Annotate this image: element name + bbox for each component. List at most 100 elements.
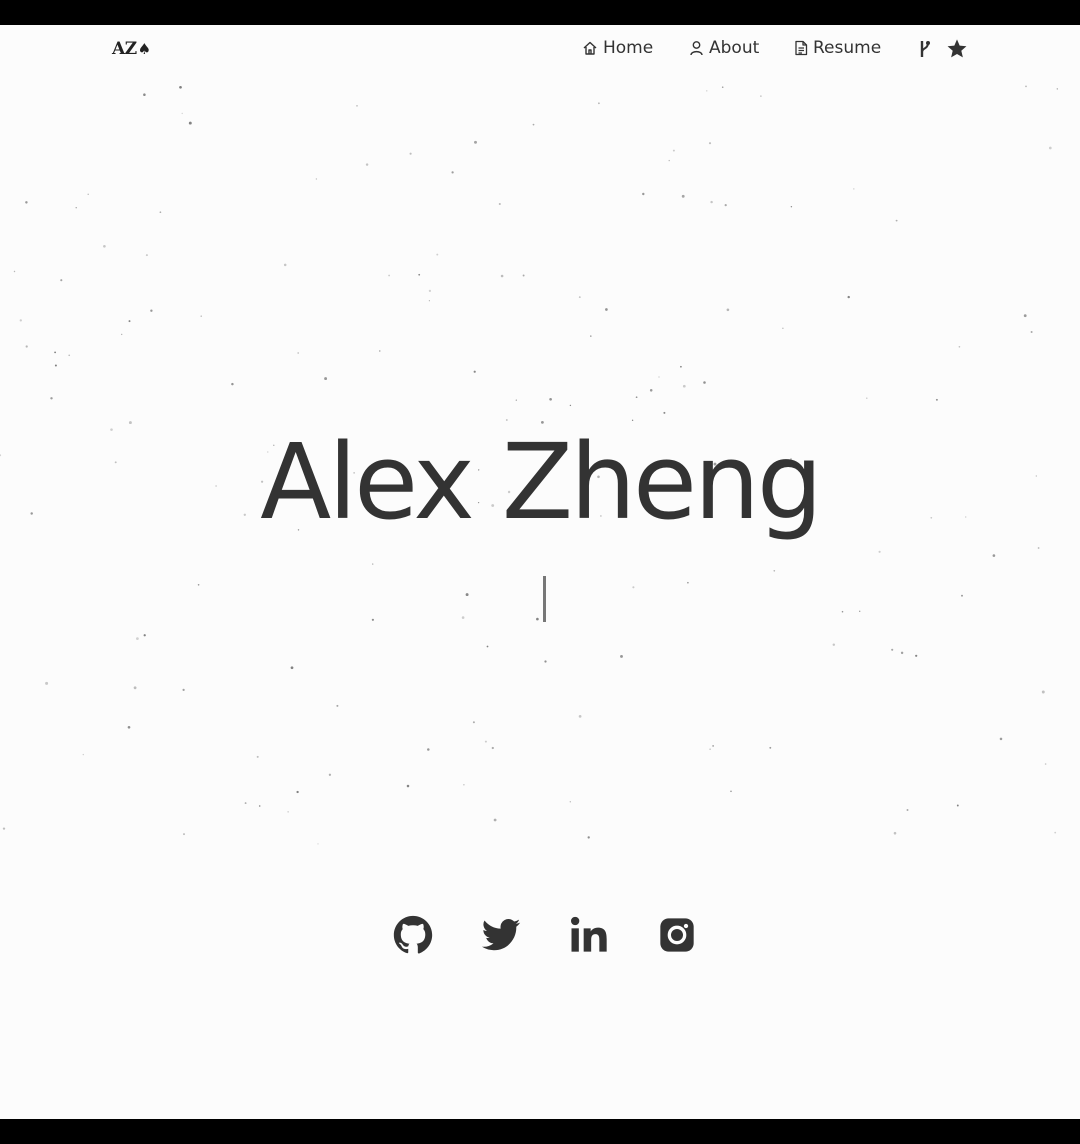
- particle-dot: [372, 563, 374, 565]
- particle-dot: [544, 660, 547, 663]
- particle-dot: [197, 583, 200, 586]
- logo[interactable]: AZ♠: [112, 39, 151, 59]
- linkedin-icon: [571, 916, 607, 952]
- particle-dot: [60, 279, 63, 282]
- particle-dot: [145, 254, 148, 257]
- particle-dot: [891, 648, 894, 651]
- particle-dot: [409, 152, 412, 155]
- particle-dot: [706, 90, 708, 92]
- particle-dot: [709, 748, 711, 750]
- particle-dot: [484, 740, 487, 743]
- particle-dot: [515, 399, 517, 401]
- particle-dot: [297, 352, 300, 354]
- spade-icon: ♠: [137, 40, 151, 58]
- particle-dot: [859, 610, 861, 612]
- nav-link-label: Resume: [813, 38, 882, 58]
- particle-dot: [75, 207, 77, 209]
- particle-dot: [663, 411, 666, 414]
- particle-background: [0, 85, 1058, 845]
- particle-dot: [841, 610, 844, 613]
- particle-dot: [19, 319, 22, 322]
- particle-dot: [773, 569, 776, 572]
- nav-link-resume[interactable]: Resume: [794, 38, 881, 58]
- particle-dot: [491, 746, 494, 750]
- particle-dot: [1030, 331, 1033, 333]
- particle-dot: [283, 263, 287, 267]
- particle-dot: [45, 681, 49, 685]
- particle-dot: [472, 721, 475, 724]
- particle-dot: [103, 244, 106, 248]
- particle-dot: [87, 193, 89, 196]
- particle-dot: [428, 300, 430, 302]
- particle-dot: [605, 308, 608, 311]
- particle-dot: [486, 645, 489, 648]
- linkedin-link[interactable]: [569, 915, 609, 955]
- particle-dot: [992, 554, 996, 557]
- particle-dot: [179, 85, 182, 89]
- particle-dot: [635, 396, 638, 399]
- particle-dot: [465, 593, 469, 597]
- page: AZ♠ Home About Resume Alex Zheng: [0, 25, 1080, 1119]
- particle-dot: [436, 253, 439, 256]
- particle-dot: [681, 194, 685, 198]
- nav-link-label: Home: [603, 38, 654, 58]
- particle-dot: [1048, 146, 1052, 150]
- home-icon: [583, 41, 597, 55]
- particle-dot: [256, 755, 259, 758]
- particle-dot: [133, 686, 137, 690]
- particle-dot: [25, 201, 28, 204]
- particle-dot: [721, 86, 724, 88]
- particle-dot: [143, 634, 146, 637]
- particle-dot: [999, 737, 1003, 741]
- star-button[interactable]: [946, 38, 968, 64]
- particle-dot: [463, 783, 465, 786]
- particle-dot: [244, 802, 247, 805]
- instagram-link[interactable]: [657, 915, 697, 955]
- particle-dot: [474, 140, 477, 144]
- particle-dot: [956, 804, 959, 807]
- nav-link-about[interactable]: About: [689, 38, 759, 58]
- particle-dot: [128, 320, 131, 323]
- particle-dot: [200, 315, 202, 317]
- particle-dot: [82, 753, 84, 756]
- particle-dot: [427, 748, 430, 751]
- particle-dot: [287, 811, 289, 813]
- particle-dot: [356, 105, 358, 107]
- particle-dot: [231, 382, 234, 386]
- particle-dot: [418, 273, 421, 276]
- particle-dot: [25, 345, 28, 348]
- particle-dot: [712, 745, 714, 747]
- particle-dot: [961, 594, 963, 597]
- git-fork-button[interactable]: [918, 39, 932, 63]
- particle-dot: [493, 818, 497, 822]
- particle-dot: [1044, 763, 1047, 765]
- nav-link-home[interactable]: Home: [582, 38, 653, 58]
- particle-dot: [127, 725, 131, 729]
- particle-dot: [730, 790, 732, 793]
- particle-dot: [336, 704, 339, 707]
- particle-dot: [782, 327, 784, 329]
- particle-dot: [379, 350, 381, 352]
- particle-dot: [258, 805, 261, 807]
- particle-dot: [935, 398, 938, 401]
- particle-dot: [182, 688, 185, 692]
- particle-dot: [878, 550, 881, 553]
- particle-dot: [549, 397, 552, 401]
- particle-dot: [642, 192, 645, 196]
- github-link[interactable]: [393, 915, 433, 955]
- particle-dot: [1054, 831, 1057, 834]
- particle-dot: [188, 121, 192, 125]
- particle-dot: [1025, 85, 1027, 88]
- particle-dot: [121, 333, 123, 336]
- particle-dot: [183, 833, 185, 836]
- twitter-link[interactable]: [481, 915, 521, 955]
- particle-dot: [536, 617, 539, 621]
- particle-dot: [500, 274, 504, 278]
- particle-dot: [13, 270, 16, 273]
- user-icon: [690, 41, 703, 56]
- particle-dot: [451, 171, 454, 174]
- particle-dot: [668, 159, 670, 162]
- particle-dot: [136, 637, 139, 640]
- particle-dot: [324, 377, 328, 381]
- logo-text: AZ: [112, 39, 137, 59]
